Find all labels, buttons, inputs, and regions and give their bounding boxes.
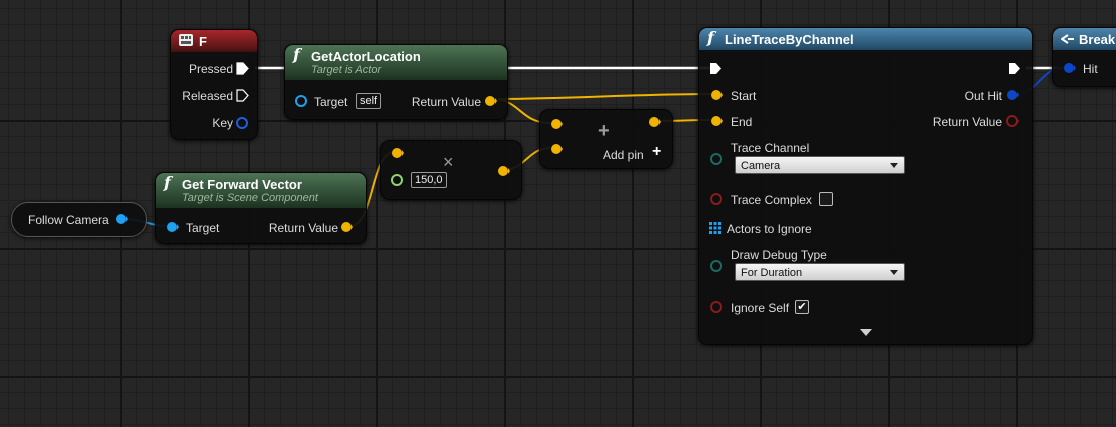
forward-return-label: Return Value xyxy=(268,221,338,235)
trace-complex-checkbox[interactable] xyxy=(819,192,833,206)
follow-camera-out-pin[interactable] xyxy=(114,212,128,226)
pressed-label: Pressed xyxy=(188,62,233,76)
function-icon: f xyxy=(707,28,714,47)
forward-target-label: Target xyxy=(186,221,220,235)
actor-location-return-pin[interactable] xyxy=(483,94,497,108)
line-trace-title: LineTraceByChannel xyxy=(725,32,854,47)
multiply-icon: × xyxy=(443,152,454,172)
line-trace-header[interactable]: f LineTraceByChannel xyxy=(699,28,1032,50)
end-pin[interactable] xyxy=(709,114,723,128)
multiply-output-pin[interactable] xyxy=(496,164,510,178)
trace-complex-label: Trace Complex xyxy=(731,193,812,207)
key-label: Key xyxy=(212,116,233,130)
function-icon: f xyxy=(164,173,171,192)
draw-debug-type-label: Draw Debug Type xyxy=(731,248,827,262)
trace-channel-dropdown[interactable]: Camera xyxy=(735,156,905,174)
break-hit-title: Break xyxy=(1079,32,1116,47)
line-trace-return-pin[interactable] xyxy=(1005,114,1019,128)
event-f-title: F xyxy=(199,34,207,49)
function-icon: f xyxy=(293,45,300,64)
break-hit-input-pin[interactable] xyxy=(1062,61,1076,75)
chevron-down-icon xyxy=(890,270,898,275)
add-pin-label[interactable]: Add pin xyxy=(603,148,644,162)
multiply-value-box[interactable]: 150,0 xyxy=(411,172,447,188)
multiply-node[interactable]: × 150,0 xyxy=(380,140,522,200)
add-input-a-pin[interactable] xyxy=(549,117,563,131)
draw-debug-type-pin[interactable] xyxy=(709,259,723,273)
chevron-down-icon xyxy=(890,163,898,168)
expand-arrow-icon[interactable] xyxy=(860,329,872,336)
forward-target-pin[interactable] xyxy=(165,220,179,234)
struct-icon xyxy=(1060,33,1075,48)
actors-to-ignore-label: Actors to Ignore xyxy=(727,222,812,236)
ignore-self-pin[interactable] xyxy=(709,300,723,314)
actor-target-self-box[interactable]: self xyxy=(356,93,382,109)
get-actor-location-subtitle: Target is Actor xyxy=(311,64,382,76)
add-input-b-pin[interactable] xyxy=(549,142,563,156)
line-trace-exec-in-pin[interactable] xyxy=(709,62,722,75)
trace-channel-pin[interactable] xyxy=(709,152,723,166)
event-f-node[interactable]: F Pressed Released Key xyxy=(170,29,258,140)
get-actor-location-title: GetActorLocation xyxy=(311,49,421,64)
vector-wire-location-to-start xyxy=(491,93,714,100)
follow-camera-label: Follow Camera xyxy=(28,213,109,227)
trace-complex-pin[interactable] xyxy=(709,192,723,206)
actor-location-return-label: Return Value xyxy=(411,95,481,109)
get-forward-vector-header[interactable]: f Get Forward Vector Target is Scene Com… xyxy=(156,173,366,208)
line-trace-exec-out-pin[interactable] xyxy=(1008,62,1021,75)
break-hit-input-label: Hit xyxy=(1083,62,1098,76)
add-node[interactable]: + Add pin + xyxy=(539,109,673,169)
multiply-input-a-pin[interactable] xyxy=(390,146,404,160)
multiply-input-b-pin[interactable] xyxy=(390,173,404,187)
get-forward-vector-node[interactable]: f Get Forward Vector Target is Scene Com… xyxy=(155,172,367,244)
line-trace-return-label: Return Value xyxy=(932,115,1002,129)
break-hit-node[interactable]: Break Hit xyxy=(1052,27,1116,87)
key-struct-pin[interactable] xyxy=(235,116,249,130)
add-icon: + xyxy=(598,120,610,142)
get-forward-vector-subtitle: Target is Scene Component xyxy=(182,192,318,204)
ignore-self-checkbox[interactable]: ✔ xyxy=(795,300,809,314)
get-actor-location-node[interactable]: f GetActorLocation Target is Actor Targe… xyxy=(284,44,508,120)
add-pin-icon[interactable]: + xyxy=(652,144,661,160)
actor-target-label: Target xyxy=(314,95,348,109)
keyboard-icon xyxy=(179,34,193,49)
pressed-exec-pin[interactable] xyxy=(236,62,249,75)
start-label: Start xyxy=(731,89,757,103)
released-label: Released xyxy=(182,89,233,103)
grid-array-icon[interactable] xyxy=(709,222,721,237)
forward-return-pin[interactable] xyxy=(339,220,353,234)
draw-debug-type-value: For Duration xyxy=(741,267,803,279)
draw-debug-type-dropdown[interactable]: For Duration xyxy=(735,263,905,281)
trace-channel-value: Camera xyxy=(741,160,781,172)
released-exec-pin[interactable] xyxy=(236,89,249,102)
line-trace-node[interactable]: f LineTraceByChannel Start Out Hit End R… xyxy=(698,27,1033,345)
trace-channel-label: Trace Channel xyxy=(731,141,810,155)
event-f-header[interactable]: F xyxy=(171,30,257,52)
break-hit-header[interactable]: Break xyxy=(1053,28,1116,50)
end-label: End xyxy=(731,115,753,129)
get-forward-vector-title: Get Forward Vector xyxy=(182,177,302,192)
add-output-pin[interactable] xyxy=(647,115,661,129)
start-pin[interactable] xyxy=(709,88,723,102)
actor-target-pin[interactable] xyxy=(294,94,308,108)
follow-camera-node[interactable]: Follow Camera xyxy=(11,202,147,237)
ignore-self-label: Ignore Self xyxy=(731,301,790,315)
get-actor-location-header[interactable]: f GetActorLocation Target is Actor xyxy=(285,45,507,80)
out-hit-label: Out Hit xyxy=(964,89,1002,103)
out-hit-pin[interactable] xyxy=(1005,88,1019,102)
